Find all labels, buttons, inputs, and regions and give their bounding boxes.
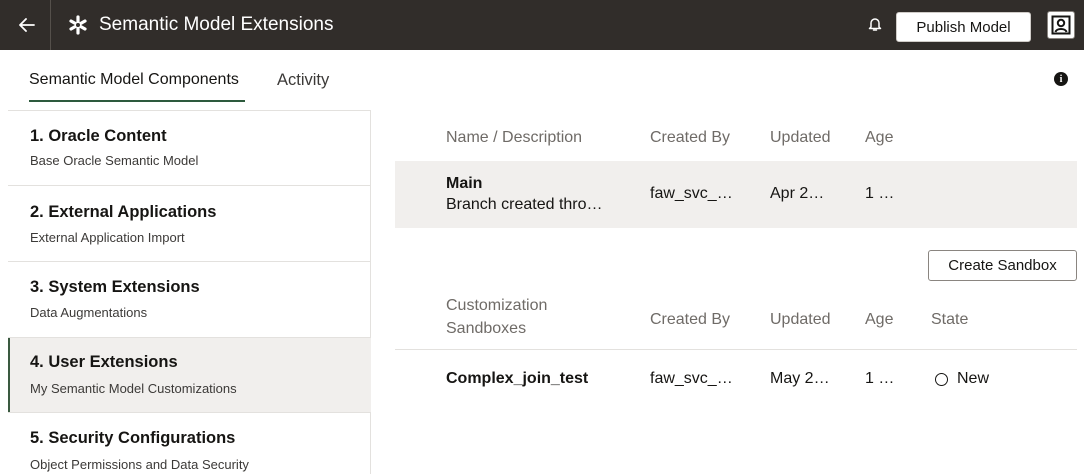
notifications-button[interactable] (864, 13, 886, 35)
column-header-name: Name / Description (446, 129, 583, 146)
column-header-age: Age (865, 129, 894, 146)
sidebar-item-title: 2. External Applications (30, 203, 217, 221)
sandbox-updated: May 2… (770, 370, 830, 387)
asterisk-icon (66, 13, 90, 37)
branch-name: Main (446, 175, 483, 192)
app-title: Semantic Model Extensions (99, 14, 334, 35)
column-header-age: Age (865, 311, 894, 328)
sandbox-name: Complex_join_test (446, 370, 589, 387)
sidebar-item-user-extensions[interactable]: 4. User Extensions My Semantic Model Cus… (8, 337, 371, 412)
sandbox-age: 1 … (865, 370, 895, 387)
column-header-created-by: Created By (650, 311, 731, 328)
table-row[interactable]: Main Branch created thro… faw_svc_… Apr … (395, 161, 1077, 228)
column-header-updated: Updated (770, 311, 831, 328)
column-header-sandbox-name-line2: Sandboxes (446, 320, 527, 337)
user-profile-button[interactable] (1047, 11, 1075, 39)
tab-semantic-model-components[interactable]: Semantic Model Components (29, 70, 239, 90)
active-tab-indicator (29, 100, 245, 102)
app-header: Semantic Model Extensions Publish Model (0, 0, 1084, 50)
user-profile-icon (1051, 15, 1071, 35)
sidebar-item-title: 5. Security Configurations (30, 429, 236, 447)
sidebar-item-external-applications[interactable]: 2. External Applications External Applic… (8, 185, 371, 261)
sidebar-item-subtitle: Object Permissions and Data Security (30, 457, 249, 472)
sandbox-created-by: faw_svc_… (650, 370, 733, 387)
branch-updated: Apr 2… (770, 185, 825, 202)
create-sandbox-button[interactable]: Create Sandbox (928, 250, 1077, 281)
info-icon[interactable]: i (1054, 72, 1068, 86)
sidebar-item-subtitle: Base Oracle Semantic Model (30, 153, 199, 168)
sidebar-item-subtitle: Data Augmentations (30, 305, 148, 320)
sidebar-item-oracle-content[interactable]: 1. Oracle Content Base Oracle Semantic M… (8, 110, 371, 185)
branch-created-by: faw_svc_… (650, 185, 733, 202)
arrow-left-icon (19, 18, 35, 32)
tab-activity[interactable]: Activity (277, 70, 329, 90)
state-new-icon (935, 373, 948, 386)
sidebar-item-subtitle: My Semantic Model Customizations (30, 381, 237, 396)
publish-model-button[interactable]: Publish Model (896, 12, 1031, 42)
components-sidebar: 1. Oracle Content Base Oracle Semantic M… (8, 110, 371, 474)
column-header-updated: Updated (770, 129, 831, 146)
sidebar-item-title: 3. System Extensions (30, 278, 200, 296)
header-divider (50, 0, 51, 50)
bell-icon (868, 18, 882, 31)
column-header-state: State (931, 311, 969, 328)
sandbox-state: New (957, 370, 990, 387)
column-header-sandbox-name-line1: Customization (446, 297, 548, 314)
sidebar-item-security-configurations[interactable]: 5. Security Configurations Object Permis… (8, 412, 371, 474)
sidebar-item-title: 1. Oracle Content (30, 127, 167, 145)
back-button[interactable] (14, 12, 40, 38)
sidebar-item-title: 4. User Extensions (30, 353, 178, 371)
branch-description: Branch created thro… (446, 196, 603, 213)
sidebar-item-system-extensions[interactable]: 3. System Extensions Data Augmentations (8, 261, 371, 337)
table-row[interactable]: Complex_join_test faw_svc_… May 2… 1 … N… (395, 350, 1077, 410)
sidebar-item-subtitle: External Application Import (30, 230, 185, 245)
branch-age: 1 … (865, 185, 895, 202)
column-header-created-by: Created By (650, 129, 731, 146)
